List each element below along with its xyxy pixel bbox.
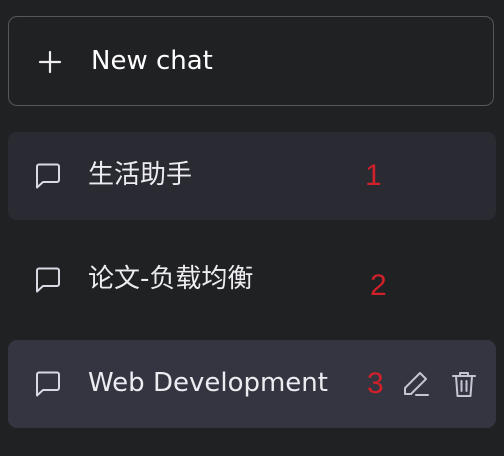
chat-bubble-icon	[36, 371, 60, 397]
conversation-title: 论文-负载均衡	[88, 264, 254, 294]
new-chat-label: New chat	[91, 46, 213, 76]
trash-icon[interactable]	[448, 368, 480, 400]
annotation-number: 1	[365, 159, 382, 192]
conversation-title: 生活助手	[88, 160, 193, 190]
annotation-number: 3	[367, 367, 384, 400]
plus-icon	[38, 50, 62, 74]
conversation-title: Web Development	[88, 368, 328, 398]
edit-icon[interactable]	[400, 368, 432, 400]
conversation-item[interactable]: 生活助手	[8, 132, 496, 220]
conversation-item-selected[interactable]: Web Development	[8, 340, 496, 428]
chat-bubble-icon	[36, 267, 60, 293]
chat-bubble-icon	[36, 163, 60, 189]
conversation-item[interactable]: 论文-负载均衡	[8, 236, 496, 324]
annotation-number: 2	[370, 269, 387, 302]
new-chat-button[interactable]: New chat	[8, 16, 494, 106]
